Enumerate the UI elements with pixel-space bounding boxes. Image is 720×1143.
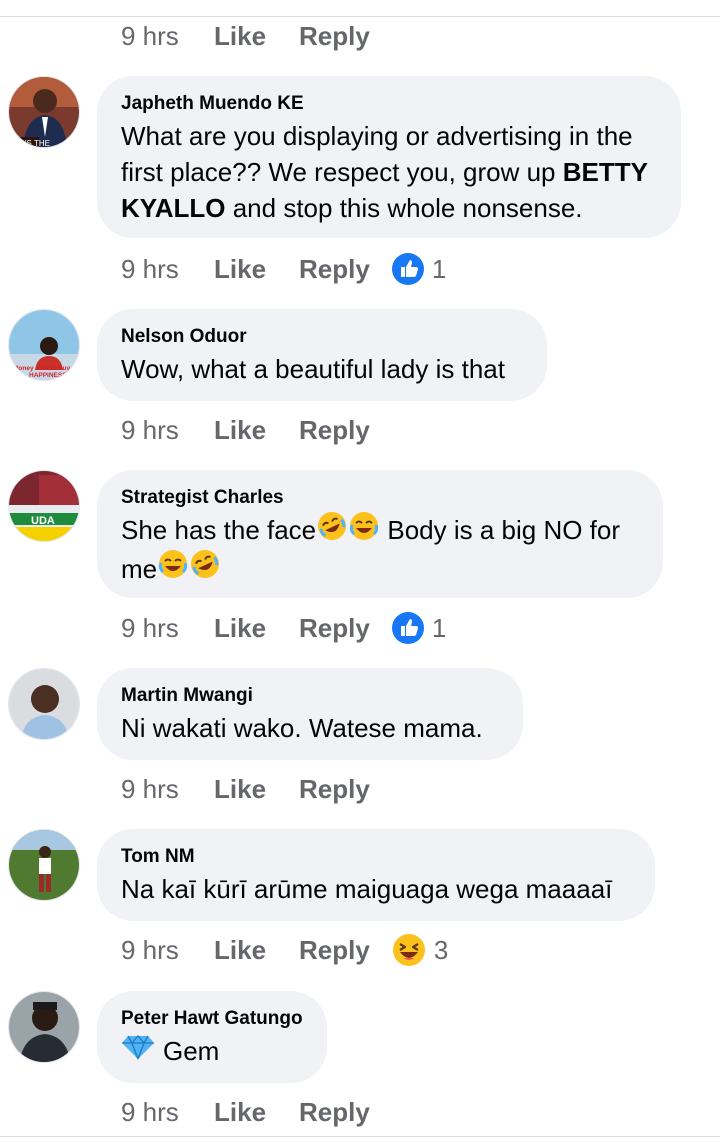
author-name[interactable]: Martin Mwangi	[121, 684, 499, 708]
comment-text: Na kaī kūrī arūme maiguaga wega maaaaī	[121, 874, 613, 904]
avatar[interactable]	[8, 668, 80, 740]
like-icon	[391, 253, 424, 285]
like-button[interactable]: Like	[214, 21, 299, 52]
reply-button[interactable]: Reply	[299, 21, 370, 52]
like-button[interactable]: Like	[214, 613, 299, 644]
reaction-summary[interactable]: 1	[391, 612, 447, 644]
comment-time[interactable]: 9 hrs	[121, 935, 214, 966]
comment-actions: 9 hrs Like Reply	[121, 410, 370, 450]
svg-text:Money cannot buy: Money cannot buy	[13, 365, 70, 372]
haha-icon	[392, 933, 426, 967]
like-button[interactable]: Like	[214, 774, 299, 805]
avatar[interactable]	[8, 829, 80, 901]
comment-actions: 9 hrs Like Reply 3	[121, 930, 448, 970]
comment-text: Ni wakati wako. Watese mama.	[121, 713, 483, 743]
comment-time[interactable]: 9 hrs	[121, 1097, 214, 1128]
reaction-summary[interactable]: 3	[392, 933, 448, 967]
like-button[interactable]: Like	[214, 935, 299, 966]
like-icon	[391, 612, 424, 644]
avatar[interactable]: ER IS THE	[8, 76, 80, 148]
reply-button[interactable]: Reply	[299, 935, 370, 966]
reply-button[interactable]: Reply	[299, 415, 370, 446]
avatar[interactable]	[8, 991, 80, 1063]
avatar[interactable]: Money cannot buy HAPPINESS	[8, 309, 80, 381]
reaction-count: 3	[433, 934, 449, 965]
like-button[interactable]: Like	[214, 1097, 299, 1128]
avatar-caption: ER IS THE	[11, 139, 50, 148]
author-name[interactable]: Strategist Charles	[121, 486, 639, 510]
comment-text: Wow, what a beautiful lady is that	[121, 354, 505, 384]
avatar[interactable]: UDA	[8, 470, 80, 542]
reaction-count: 1	[431, 253, 447, 284]
comment-time[interactable]: 9 hrs	[121, 774, 214, 805]
comment-text: She has the face Body is a big NO for me	[121, 510, 639, 589]
comment-time[interactable]: 9 hrs	[121, 415, 214, 446]
comment-text: What are you displaying or advertising i…	[121, 121, 648, 223]
top-divider	[0, 0, 720, 17]
like-button[interactable]: Like	[214, 254, 299, 285]
svg-text:HAPPINESS: HAPPINESS	[29, 372, 67, 379]
author-name[interactable]: Japheth Muendo KE	[121, 92, 657, 116]
rofl-emoji-icon	[316, 510, 348, 551]
reaction-count: 1	[431, 612, 447, 643]
comment-bubble: Japheth Muendo KE What are you displayin…	[97, 76, 681, 238]
like-button[interactable]: Like	[214, 415, 299, 446]
gem-icon	[121, 1033, 155, 1069]
comment-actions: 9 hrs Like Reply	[121, 1092, 370, 1132]
rofl-emoji-icon	[189, 548, 221, 589]
reply-button[interactable]: Reply	[299, 774, 370, 805]
author-name[interactable]: Nelson Oduor	[121, 325, 523, 349]
author-name[interactable]: Peter Hawt Gatungo	[121, 1007, 303, 1031]
joy-emoji-icon	[348, 510, 380, 551]
comment-bubble: Peter Hawt Gatungo Gem	[97, 991, 327, 1083]
comment-time[interactable]: 9 hrs	[121, 613, 214, 644]
comment-bubble: Tom NM Na kaī kūrī arūme maiguaga wega m…	[97, 829, 655, 921]
comment-actions: 9 hrs Like Reply	[121, 16, 370, 56]
reply-button[interactable]: Reply	[299, 613, 370, 644]
reply-button[interactable]: Reply	[299, 254, 370, 285]
comment-actions: 9 hrs Like Reply 1	[121, 608, 446, 648]
joy-emoji-icon	[157, 548, 189, 589]
avatar-caption: UDA	[31, 515, 55, 527]
comment-text: Gem	[121, 1033, 303, 1069]
comment-actions: 9 hrs Like Reply 1	[121, 249, 446, 289]
reply-button[interactable]: Reply	[299, 1097, 370, 1128]
reaction-summary[interactable]: 1	[391, 253, 447, 285]
comment-time[interactable]: 9 hrs	[121, 254, 214, 285]
comment-bubble: Strategist Charles She has the face Body…	[97, 470, 663, 598]
comment-time[interactable]: 9 hrs	[121, 21, 214, 52]
author-name[interactable]: Tom NM	[121, 845, 631, 869]
comment-bubble: Nelson Oduor Wow, what a beautiful lady …	[97, 309, 547, 401]
comment-actions: 9 hrs Like Reply	[121, 769, 370, 809]
comment-bubble: Martin Mwangi Ni wakati wako. Watese mam…	[97, 668, 523, 760]
